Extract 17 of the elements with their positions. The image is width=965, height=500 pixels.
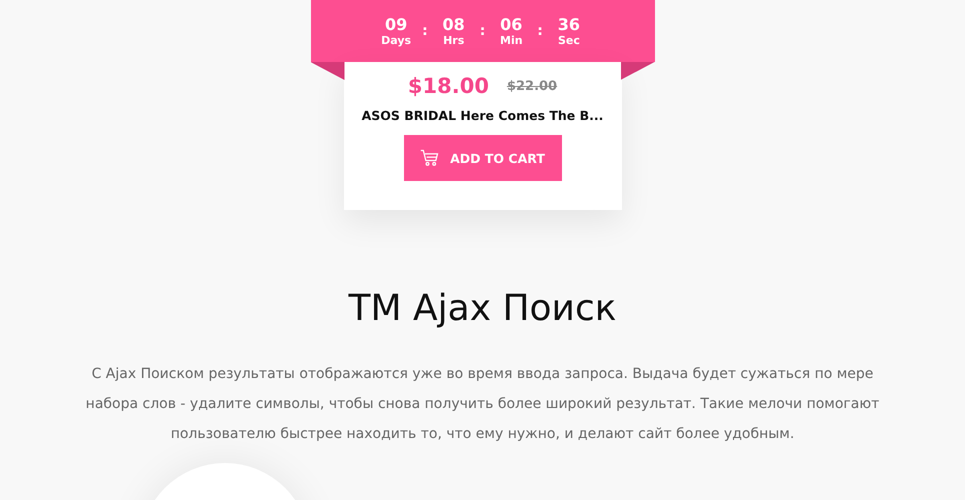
- countdown-value: 36: [558, 16, 580, 32]
- separator: :: [537, 23, 543, 39]
- product-name[interactable]: ASOS BRIDAL Here Comes The B...: [362, 108, 604, 123]
- countdown-value: 09: [384, 16, 408, 32]
- countdown-value: 08: [442, 16, 465, 32]
- countdown-unit: Sec: [558, 34, 580, 46]
- countdown-unit: Days: [381, 34, 412, 46]
- countdown-value: 06: [500, 16, 522, 32]
- separator: :: [480, 23, 486, 39]
- section-description: С Ajax Поиском результаты отображаются уже во время ввода запроса. Выдача будет сужаться по мере набора слов - удалите символы, чтобы снова получить более широкий результат. Такие мелочи помогают пользователю быстрее находить то, что ему нужно, и делают сайт более удобным.: [84, 365, 880, 444]
- section-title: TM Ajax Поиск: [347, 288, 618, 329]
- product-price: $18.00: [408, 74, 489, 98]
- cart-icon: [420, 148, 440, 168]
- old-price: $22.00: [506, 78, 558, 94]
- separator: :: [422, 23, 428, 39]
- countdown-unit: Min: [500, 34, 523, 46]
- countdown-unit: Hrs: [443, 34, 464, 46]
